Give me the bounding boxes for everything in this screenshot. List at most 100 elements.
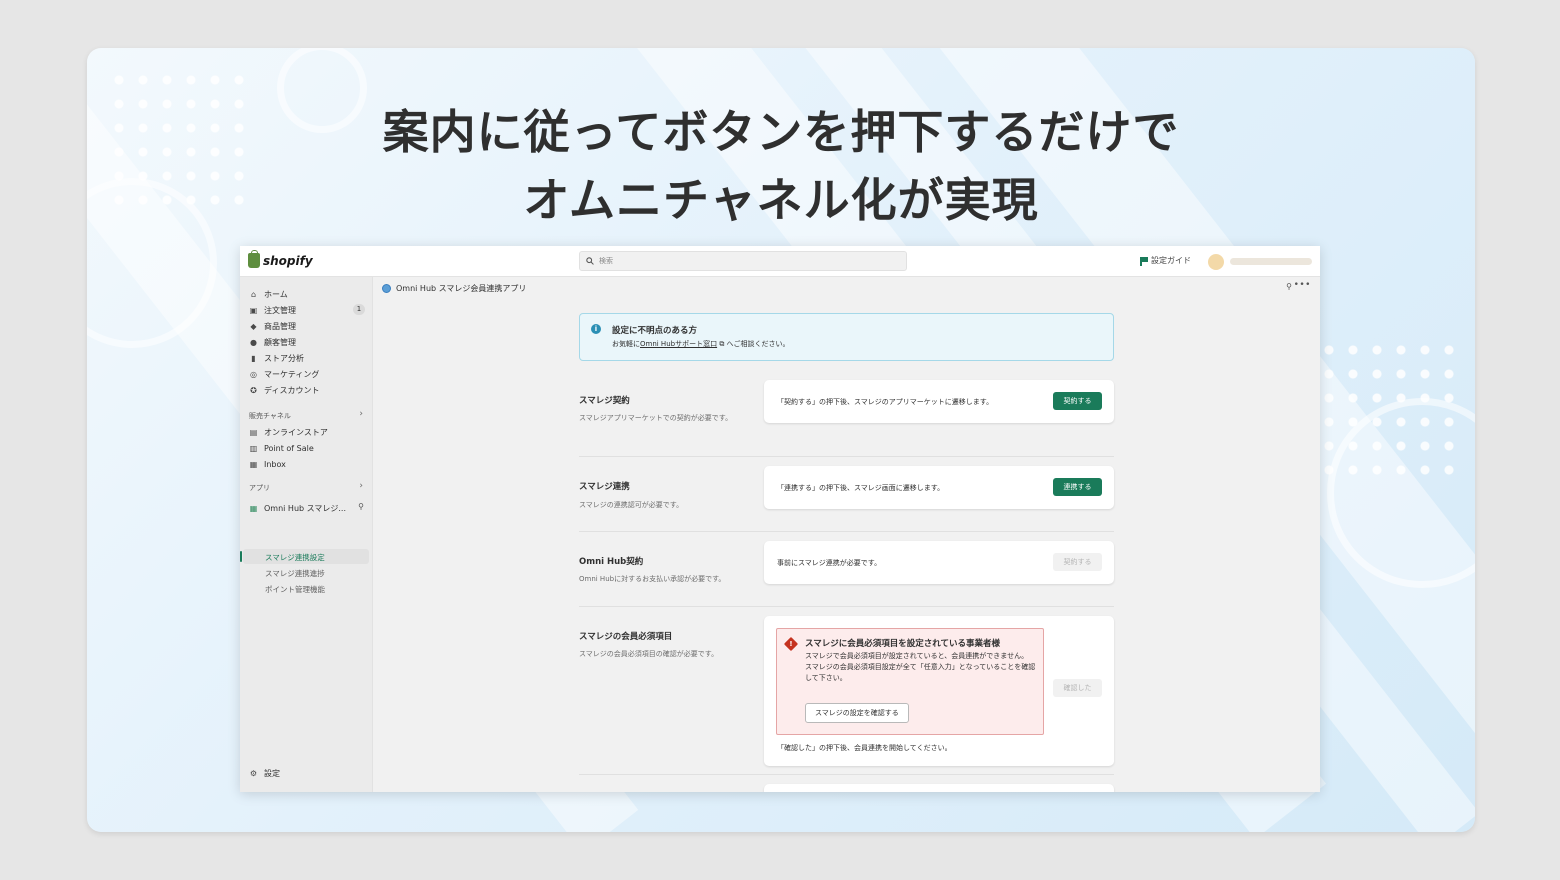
banner-text-after: へご相談ください。 (726, 340, 790, 348)
sidebar: ⌂ ホーム ▣ 注文管理 1 ◆ 商品管理 ● 顧客管理 ▮ ストア分析 ◎ マ… (240, 277, 373, 792)
sidebar-item-point-of-sale[interactable]: ▥ Point of Sale (249, 441, 367, 455)
app-store-icon: ▦ (249, 503, 258, 513)
sidebar-item-online-store[interactable]: ▤ オンラインストア (249, 425, 367, 439)
sidebar-item-label: 顧客管理 (264, 337, 296, 347)
omni-hub-contract-button[interactable]: 契約する (1053, 553, 1102, 571)
banner-title: 設定に不明点のある方 (612, 326, 698, 336)
support-link[interactable]: Omni Hubサポート窓口 (640, 340, 717, 348)
section-title-required-fields: スマレジの会員必須項目 (579, 632, 673, 642)
section-divider (579, 606, 1114, 607)
app-globe-icon (382, 283, 391, 293)
section-divider (579, 456, 1114, 457)
headline-line-2: オムニチャネル化が実現 (523, 173, 1039, 227)
sidebar-item-orders[interactable]: ▣ 注文管理 1 (249, 303, 367, 317)
inbox-tray-icon: ▣ (249, 305, 258, 315)
apps-header[interactable]: アプリ › (249, 481, 363, 493)
home-icon: ⌂ (250, 289, 257, 299)
shopify-logo[interactable]: shopify (248, 250, 313, 268)
discount-icon: ✪ (250, 385, 257, 395)
sidebar-subitem-smaregi-settings[interactable]: スマレジ連携設定 (265, 552, 325, 563)
footnote: 「確認した」の押下後、会員連携を開始してください。 (777, 744, 952, 752)
main-content: Omni Hub スマレジ会員連携アプリ ⚲ ••• i 設定に不明点のある方 … (374, 277, 1320, 792)
pos-icon: ▥ (249, 443, 258, 453)
more-options-icon[interactable]: ••• (1294, 280, 1311, 290)
sidebar-item-label: ホーム (264, 289, 288, 299)
pin-icon[interactable]: ⚲ (1286, 282, 1292, 291)
account-name-blurred[interactable] (1230, 258, 1312, 265)
sidebar-item-label: オンラインストア (264, 427, 328, 437)
sidebar-item-label: ストア分析 (264, 353, 304, 363)
shopify-bag-icon (248, 250, 260, 268)
top-bar: shopify 検索 設定ガイド (240, 246, 1320, 277)
app-title: Omni Hub スマレジ会員連携アプリ (396, 283, 527, 293)
app-title-bar: Omni Hub スマレジ会員連携アプリ ⚲ ••• (374, 277, 1320, 299)
help-banner: i 設定に不明点のある方 お気軽にOmni Hubサポート窓口 ⧉ へご相談くだ… (579, 313, 1114, 361)
critical-line-1: スマレジで会員必須項目が設定されていると、会員連携ができません。 (805, 652, 1029, 660)
tag-icon: ◆ (250, 321, 257, 331)
shopify-admin-window: shopify 検索 設定ガイド ⌂ ホーム ▣ 注文管理 1 ◆ 商品管理 ●… (240, 246, 1320, 792)
section-divider (579, 774, 1114, 775)
critical-notice: ! スマレジに会員必須項目を設定されている事業者様 スマレジで会員必須項目が設定… (776, 628, 1044, 735)
logo-text: shopify (263, 253, 313, 268)
avatar[interactable] (1208, 254, 1224, 270)
card-smaregi-contract: 「契約する」の押下後、スマレジのアプリマーケットに遷移します。 契約する (764, 380, 1114, 423)
section-desc-omni-hub-contract: Omni Hubに対するお支払い承認が必要です。 (579, 575, 726, 583)
sales-channels-header[interactable]: 販売チャネル › (249, 409, 363, 421)
section-divider (579, 531, 1114, 532)
person-icon: ● (250, 337, 257, 347)
flag-icon (1140, 256, 1148, 266)
info-icon: i (591, 324, 601, 334)
banner-text-before: お気軽に (612, 340, 640, 348)
section-title-omni-hub-contract: Omni Hub契約 (579, 557, 644, 567)
setup-guide-link[interactable]: 設定ガイド (1140, 255, 1191, 266)
search-placeholder: 検索 (599, 257, 613, 265)
gear-icon: ⚙ (249, 768, 258, 778)
sidebar-item-marketing[interactable]: ◎ マーケティング (249, 367, 367, 381)
sidebar-item-products[interactable]: ◆ 商品管理 (249, 319, 367, 333)
critical-title: スマレジに会員必須項目を設定されている事業者様 (805, 639, 1000, 649)
section-title-smaregi-contract: スマレジ契約 (579, 396, 630, 406)
chevron-right-icon: › (359, 481, 363, 491)
card-next-partial (764, 784, 1114, 792)
sidebar-item-inbox[interactable]: ▦ Inbox (249, 457, 367, 471)
section-title-smaregi-link: スマレジ連携 (579, 482, 630, 492)
sidebar-item-label: Inbox (264, 459, 286, 469)
sales-channels-label: 販売チャネル (249, 412, 291, 420)
sidebar-item-discounts[interactable]: ✪ ディスカウント (249, 383, 367, 397)
sidebar-subitem-point-management[interactable]: ポイント管理機能 (265, 584, 325, 595)
contract-button[interactable]: 契約する (1053, 392, 1102, 410)
sidebar-item-label: 商品管理 (264, 321, 296, 331)
sidebar-item-customers[interactable]: ● 顧客管理 (249, 335, 367, 349)
card-text: 「契約する」の押下後、スマレジのアプリマーケットに遷移します。 (777, 398, 994, 406)
orders-count-badge: 1 (353, 304, 365, 315)
sidebar-item-settings[interactable]: ⚙ 設定 (249, 766, 367, 780)
link-button[interactable]: 連携する (1053, 478, 1102, 496)
card-omni-hub-contract: 事前にスマレジ連携が必要です。 契約する (764, 541, 1114, 584)
search-icon (586, 257, 594, 265)
check-smaregi-settings-button[interactable]: スマレジの設定を確認する (805, 703, 909, 723)
critical-line-2: スマレジの会員必須項目設定が全て「任意入力」となっていることを確認して下さい。 (805, 663, 1036, 682)
sidebar-item-home[interactable]: ⌂ ホーム (249, 287, 367, 301)
target-icon: ◎ (250, 369, 257, 379)
apps-label: アプリ (249, 484, 270, 492)
sidebar-item-label: 注文管理 (264, 305, 296, 315)
store-icon: ▤ (249, 427, 258, 437)
card-text: 事前にスマレジ連携が必要です。 (777, 559, 882, 567)
inbox-icon: ▦ (249, 459, 258, 469)
confirmed-button[interactable]: 確認した (1053, 679, 1102, 697)
pin-icon[interactable]: ⚲ (358, 502, 364, 511)
critical-body: スマレジで会員必須項目が設定されていると、会員連携ができません。 スマレジの会員… (805, 651, 1037, 684)
card-required-fields: ! スマレジに会員必須項目を設定されている事業者様 スマレジで会員必須項目が設定… (764, 616, 1114, 766)
sidebar-item-label: マーケティング (264, 369, 320, 379)
sidebar-item-omni-hub-app[interactable]: ▦ Omni Hub スマレジ... ⚲ (249, 501, 367, 515)
search-input[interactable]: 検索 (579, 251, 907, 271)
slide-background: 案内に従ってボタンを押下するだけで オムニチャネル化が実現 shopify 検索… (87, 48, 1475, 832)
sidebar-subitem-smaregi-progress[interactable]: スマレジ連携進捗 (265, 568, 325, 579)
sidebar-item-label: ディスカウント (264, 385, 320, 395)
card-text: 「連携する」の押下後、スマレジ画面に遷移します。 (777, 484, 945, 492)
setup-guide-label: 設定ガイド (1151, 256, 1191, 265)
banner-text: お気軽にOmni Hubサポート窓口 ⧉ へご相談ください。 (612, 339, 790, 349)
sidebar-item-analytics[interactable]: ▮ ストア分析 (249, 351, 367, 365)
external-link-icon: ⧉ (717, 340, 727, 348)
section-desc-smaregi-contract: スマレジアプリマーケットでの契約が必要です。 (579, 414, 733, 422)
